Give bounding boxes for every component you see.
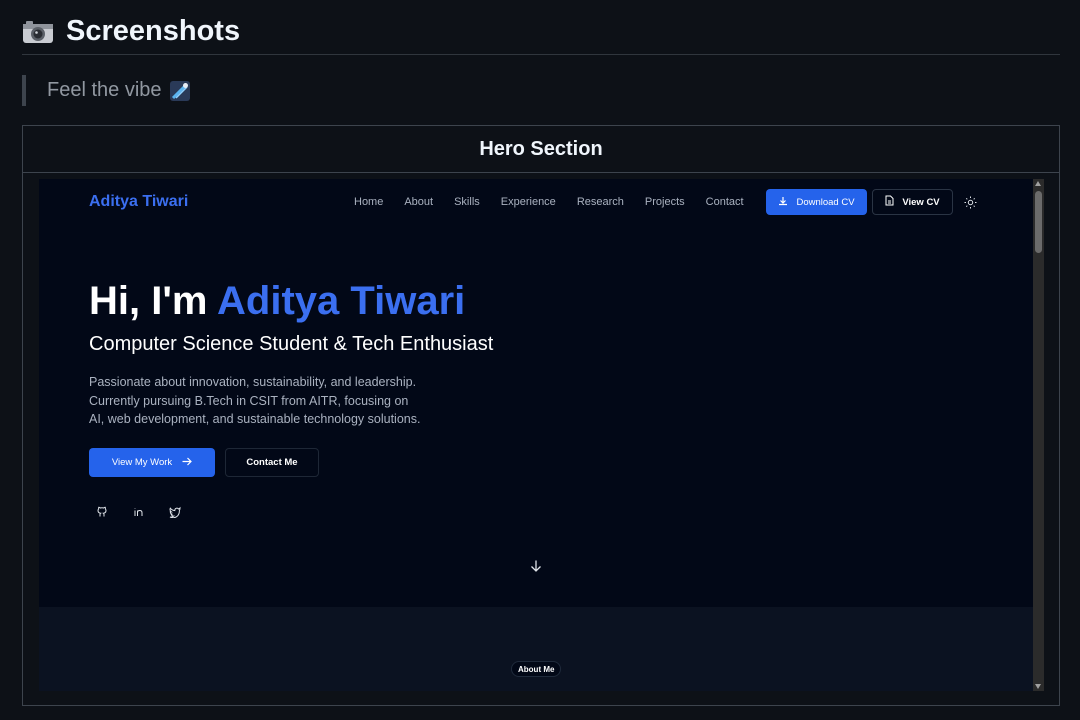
site-brand[interactable]: Aditya Tiwari <box>89 193 188 211</box>
page-title: Screenshots <box>66 14 241 47</box>
view-my-work-label: View My Work <box>111 457 173 468</box>
linkedin-icon[interactable] <box>133 505 145 517</box>
hero-desc-line: Currently pursuing B.Tech in CSIT from A… <box>89 393 409 408</box>
view-my-work-button[interactable]: View My Work <box>89 448 215 477</box>
scroll-down-icon[interactable] <box>1035 684 1041 689</box>
download-icon <box>778 196 788 209</box>
contact-me-button[interactable]: Contact Me <box>225 448 319 477</box>
site-nav: Home About Skills Experience Research Pr… <box>354 196 765 208</box>
view-cv-label: View CV <box>902 196 940 208</box>
quote-text: Feel the vibe <box>47 79 162 101</box>
hero-desc-line: Passionate about innovation, sustainabil… <box>89 375 417 389</box>
blockquote: Feel the vibe <box>22 75 190 106</box>
document-icon <box>885 195 894 209</box>
nav-item-contact[interactable]: Contact <box>706 196 744 208</box>
hero-description: Passionate about innovation, sustainabil… <box>89 373 449 429</box>
nav-item-skills[interactable]: Skills <box>454 196 480 208</box>
view-cv-button[interactable]: View CV <box>872 189 953 215</box>
nav-item-projects[interactable]: Projects <box>645 196 685 208</box>
twitter-icon[interactable] <box>169 505 181 519</box>
nav-item-about[interactable]: About <box>404 196 433 208</box>
download-cv-label: Download CV <box>796 196 855 208</box>
hero-greeting: Hi, I'm <box>89 279 218 323</box>
nav-item-home[interactable]: Home <box>354 196 383 208</box>
table-header: Hero Section <box>23 126 1059 173</box>
hero-desc-line: AI, web development, and sustainable tec… <box>89 412 421 426</box>
hero-name: Aditya Tiwari <box>217 279 466 323</box>
about-me-badge: About Me <box>511 661 562 677</box>
nav-item-research[interactable]: Research <box>577 196 624 208</box>
download-cv-button[interactable]: Download CV <box>766 189 867 215</box>
scroll-up-icon[interactable] <box>1035 181 1041 186</box>
section-heading: Screenshots <box>22 8 1060 55</box>
hero-screenshot: Aditya Tiwari Home About Skills Experien… <box>39 179 1044 691</box>
scrollbar[interactable] <box>1033 179 1044 691</box>
hero-heading: Hi, I'm Aditya Tiwari <box>89 279 465 324</box>
arrow-down-icon[interactable] <box>529 559 543 573</box>
scrollbar-thumb[interactable] <box>1035 191 1042 253</box>
meteor-icon <box>169 80 190 101</box>
about-section <box>39 607 1033 691</box>
hero-subtitle: Computer Science Student & Tech Enthusia… <box>89 333 494 355</box>
camera-icon <box>22 18 54 44</box>
arrow-right-icon <box>182 457 193 469</box>
nav-item-experience[interactable]: Experience <box>501 196 556 208</box>
github-icon[interactable] <box>96 505 108 517</box>
sun-icon[interactable] <box>964 196 977 209</box>
